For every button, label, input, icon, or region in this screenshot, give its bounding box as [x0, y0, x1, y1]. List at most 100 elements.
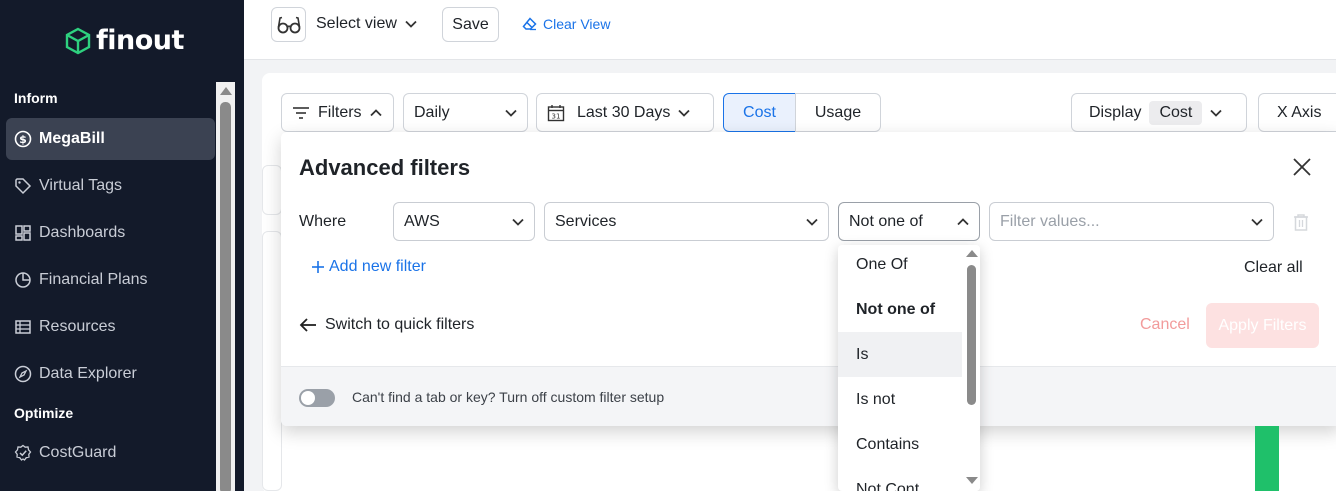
- operator-select[interactable]: Not one of: [838, 202, 980, 241]
- filter-values-select[interactable]: Filter values...: [989, 202, 1274, 241]
- date-range-dropdown[interactable]: 31 Last 30 Days: [536, 93, 714, 132]
- chevron-down-icon: [806, 218, 818, 226]
- clear-view-label: Clear View: [543, 16, 611, 32]
- close-icon[interactable]: [1291, 156, 1313, 178]
- scrollbar-thumb[interactable]: [967, 265, 976, 405]
- chevron-down-icon: [512, 218, 524, 226]
- clear-view-link[interactable]: Clear View: [522, 16, 610, 32]
- advanced-filters-panel: Advanced filters Where AWS Services Not …: [281, 132, 1336, 426]
- sidebar-item-resources[interactable]: Resources: [6, 306, 215, 348]
- background-card-edge: [262, 165, 282, 215]
- select-view-label: Select view: [316, 15, 397, 32]
- operator-option-is-not[interactable]: Is not: [838, 377, 962, 422]
- finout-logo-icon: [65, 27, 91, 54]
- usage-tab[interactable]: Usage: [795, 93, 881, 132]
- switch-to-quick-filters-label: Switch to quick filters: [325, 316, 475, 333]
- arrow-left-icon: [299, 318, 316, 332]
- switch-to-quick-filters-link[interactable]: Switch to quick filters: [299, 316, 474, 334]
- operator-option-not-contains[interactable]: Not Cont: [838, 467, 962, 491]
- cost-tab[interactable]: Cost: [723, 93, 796, 132]
- sidebar-item-label: Data Explorer: [39, 365, 137, 382]
- eraser-icon: [522, 17, 537, 31]
- provider-select[interactable]: AWS: [393, 202, 535, 241]
- section-inform: Inform: [14, 90, 58, 106]
- sidebar-item-dashboards[interactable]: Dashboards: [6, 212, 215, 254]
- display-value: Cost: [1149, 100, 1203, 125]
- sidebar-item-label: MegaBill: [39, 130, 105, 147]
- cancel-button[interactable]: Cancel: [1140, 316, 1190, 334]
- filters-button[interactable]: Filters: [281, 93, 394, 132]
- chevron-down-icon: [678, 109, 691, 117]
- shield-check-icon: [14, 444, 32, 461]
- svg-text:$: $: [19, 133, 27, 146]
- advanced-filters-footer: Can't find a tab or key? Turn off custom…: [281, 366, 1336, 426]
- glasses-icon: [277, 16, 300, 33]
- chevron-up-icon: [957, 217, 969, 225]
- sidebar: finout Inform $ MegaBill Virtual Tags Da…: [0, 0, 244, 491]
- chevron-down-icon: [1251, 218, 1263, 226]
- granularity-value: Daily: [414, 103, 450, 121]
- date-range-value: Last 30 Days: [577, 103, 671, 121]
- top-bar: Select view Save Clear View: [244, 0, 1336, 60]
- scroll-down-icon[interactable]: [966, 477, 978, 484]
- save-button[interactable]: Save: [442, 7, 499, 42]
- select-view-dropdown[interactable]: Select view: [316, 15, 417, 33]
- operator-option-is[interactable]: Is: [838, 332, 962, 377]
- where-label: Where: [299, 213, 347, 230]
- custom-filter-toggle[interactable]: [299, 389, 335, 407]
- display-label: Display: [1089, 103, 1142, 121]
- compass-icon: [14, 365, 32, 383]
- background-chart-edge: [262, 231, 282, 491]
- pie-chart-icon: [15, 272, 31, 288]
- sidebar-item-costguard[interactable]: CostGuard: [6, 432, 215, 474]
- tag-icon: [15, 178, 32, 195]
- operator-option-contains[interactable]: Contains: [838, 422, 962, 467]
- scroll-up-icon[interactable]: [966, 250, 978, 257]
- operator-option-one-of[interactable]: One Of: [838, 245, 962, 287]
- table-list-icon: [15, 320, 31, 334]
- sidebar-item-data-explorer[interactable]: Data Explorer: [6, 353, 215, 395]
- dollar-circle-icon: $: [14, 130, 32, 148]
- sidebar-item-label: Resources: [39, 318, 116, 335]
- dropdown-scrollbar[interactable]: [963, 245, 980, 491]
- chevron-down-icon: [405, 20, 417, 28]
- chevron-down-icon: [505, 109, 517, 117]
- filter-lines-icon: [293, 106, 309, 119]
- custom-filter-hint: Can't find a tab or key? Turn off custom…: [352, 389, 665, 405]
- svg-text:31: 31: [552, 112, 561, 120]
- view-glasses-button[interactable]: [271, 7, 306, 42]
- sidebar-item-label: CostGuard: [39, 444, 117, 461]
- dimension-value: Services: [555, 212, 617, 230]
- display-dropdown[interactable]: Display Cost: [1071, 93, 1247, 132]
- x-axis-label: X Axis: [1277, 103, 1322, 121]
- chevron-up-icon: [369, 108, 382, 116]
- trash-icon[interactable]: [1291, 212, 1311, 232]
- filters-label: Filters: [318, 103, 362, 121]
- provider-value: AWS: [404, 212, 440, 230]
- granularity-dropdown[interactable]: Daily: [403, 93, 528, 132]
- sidebar-item-virtual-tags[interactable]: Virtual Tags: [6, 165, 215, 207]
- filter-values-placeholder: Filter values...: [1000, 212, 1100, 230]
- apply-filters-button[interactable]: Apply Filters: [1206, 303, 1319, 348]
- operator-dropdown-list: One Of Not one of Is Is not Contains Not…: [838, 245, 980, 491]
- section-optimize: Optimize: [14, 405, 74, 421]
- calendar-icon: 31: [547, 104, 565, 121]
- brand-name: finout: [96, 25, 184, 56]
- sidebar-item-financial-plans[interactable]: Financial Plans: [6, 259, 215, 301]
- plus-icon: [312, 261, 324, 273]
- brand-logo[interactable]: finout: [64, 25, 184, 56]
- sidebar-item-label: Virtual Tags: [39, 177, 123, 194]
- sidebar-item-label: Financial Plans: [39, 271, 148, 288]
- sidebar-scrollbar[interactable]: [216, 82, 235, 491]
- sidebar-item-megabill[interactable]: $ MegaBill: [6, 118, 215, 160]
- clear-all-link[interactable]: Clear all: [1244, 259, 1303, 277]
- x-axis-dropdown[interactable]: X Axis: [1258, 93, 1336, 132]
- add-new-filter-link[interactable]: Add new filter: [311, 258, 426, 276]
- chevron-down-icon: [1210, 109, 1223, 117]
- scrollbar-thumb[interactable]: [220, 102, 231, 491]
- operator-option-not-one-of[interactable]: Not one of: [838, 287, 962, 332]
- scroll-up-icon[interactable]: [220, 87, 232, 95]
- dimension-select[interactable]: Services: [544, 202, 829, 241]
- chart-bar-fragment: [1255, 426, 1279, 491]
- dashboard-grid-icon: [15, 225, 31, 241]
